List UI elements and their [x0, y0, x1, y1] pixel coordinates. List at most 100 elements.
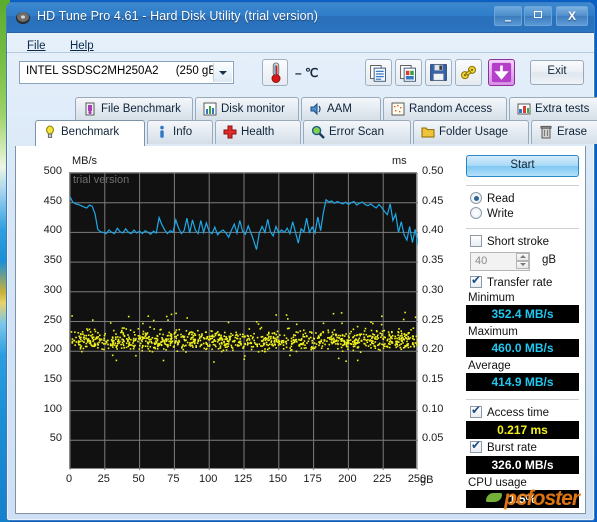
minimize-button[interactable]: –	[494, 6, 522, 27]
magnifier-icon	[311, 125, 325, 139]
y2-axis-tick-label: 0.45	[422, 194, 444, 207]
checkbox-short-stroke[interactable]: Short stroke	[470, 235, 579, 248]
menu-bar: File Help	[7, 33, 594, 53]
maximize-button[interactable]	[524, 6, 552, 26]
y-axis-tick-label: 350	[43, 254, 62, 267]
checkbox-burst-rate[interactable]: Burst rate	[470, 438, 579, 454]
window-title: HD Tune Pro 4.61 - Hard Disk Utility (tr…	[37, 9, 318, 23]
info-icon	[155, 125, 169, 139]
tab-label: Info	[173, 126, 193, 138]
maximize-glyph	[534, 11, 542, 18]
y2-axis-tick-label: 0.35	[422, 254, 444, 267]
tab-label: Health	[241, 126, 275, 138]
radio-read[interactable]: Read	[470, 192, 579, 205]
pcfoster-watermark: pcfoster	[459, 487, 580, 513]
tab-row-bottom: Benchmark Info Health Error Scan Folder …	[15, 120, 597, 146]
short-stroke-label: Short stroke	[487, 236, 549, 248]
y2-axis-tick-label: 0.10	[422, 402, 444, 415]
tab-file-benchmark[interactable]: File Benchmark	[75, 97, 193, 121]
radio-write-label: Write	[487, 208, 514, 220]
x-axis-tick-label: 225	[373, 473, 392, 485]
file-benchmark-icon	[83, 102, 97, 116]
y2-axis-tick-label: 0.15	[422, 372, 444, 385]
copy-image-icon[interactable]	[395, 59, 422, 86]
close-glyph: X	[567, 9, 576, 23]
pcfoster-text: pcfoster	[504, 487, 580, 510]
tab-label: Random Access	[409, 103, 493, 115]
y-axis-tick-label: 250	[43, 313, 62, 326]
thermometer-icon[interactable]	[262, 59, 288, 86]
radio-read-label: Read	[487, 193, 515, 205]
tab-label: AAM	[327, 103, 352, 115]
y2-axis-tick-label: 0.30	[422, 283, 444, 296]
transfer-rate-label: Transfer rate	[487, 277, 553, 289]
maximum-label: Maximum	[468, 326, 518, 338]
radio-write-icon	[470, 207, 482, 219]
y-axis-tick-label: 200	[43, 343, 62, 356]
menu-item-help[interactable]: Help	[60, 39, 104, 54]
drive-name-label: INTEL SSDSC2MH250A2	[26, 65, 159, 77]
tab-aam[interactable]: AAM	[301, 97, 381, 121]
benchmark-panel: MB/s ms gB trial version 50 100 150 200 250 3…	[15, 146, 586, 514]
start-button[interactable]: Start	[466, 155, 579, 177]
trash-icon	[539, 125, 553, 139]
x-axis-tick-label: 125	[233, 473, 253, 485]
stepper-up-icon[interactable]	[516, 253, 529, 261]
access-time-checkbox-icon	[470, 403, 482, 418]
y-axis-tick-label: 150	[43, 372, 62, 385]
short-stroke-checkbox-icon	[470, 235, 482, 247]
folder-icon	[421, 125, 435, 139]
application-window: HD Tune Pro 4.61 - Hard Disk Utility (tr…	[6, 2, 597, 521]
x-axis-tick-label: 175	[303, 473, 322, 485]
radio-write[interactable]: Write	[470, 207, 579, 220]
exit-button[interactable]: Exit	[530, 60, 584, 85]
save-icon[interactable]	[425, 59, 452, 86]
tab-extra-tests[interactable]: Extra tests	[509, 97, 597, 121]
tab-disk-monitor[interactable]: Disk monitor	[195, 97, 299, 121]
tools-icon[interactable]	[455, 59, 482, 86]
x-axis-tick-label: 0	[65, 473, 73, 485]
transfer-rate-checkbox-icon	[470, 273, 482, 288]
radio-read-icon	[470, 192, 482, 204]
x-axis-tick-label: 25	[97, 473, 110, 485]
copy-text-icon[interactable]	[365, 59, 392, 86]
toolbar: INTEL SSDSC2MH250A2 (250 gB) – ℃ Exit	[7, 53, 594, 95]
temperature-value: – ℃	[295, 66, 319, 80]
close-button[interactable]: X	[556, 6, 588, 26]
menu-file-label: File	[27, 40, 46, 52]
download-icon[interactable]	[488, 59, 515, 86]
tab-label: Folder Usage	[439, 126, 509, 138]
access-time-label: Access time	[487, 407, 549, 419]
tab-label: Error Scan	[329, 126, 384, 138]
x-axis-tick-label: 50	[132, 473, 145, 485]
checkbox-access-time[interactable]: Access time	[470, 403, 579, 419]
tab-info[interactable]: Info	[147, 120, 213, 144]
drive-select[interactable]: INTEL SSDSC2MH250A2 (250 gB)	[19, 61, 234, 84]
menu-item-file[interactable]: File	[17, 39, 56, 54]
tab-label: Benchmark	[61, 126, 120, 138]
x-axis-tick-label: 100	[199, 473, 218, 485]
tab-error-scan[interactable]: Error Scan	[303, 120, 411, 144]
tab-random-access[interactable]: Random Access	[383, 97, 507, 121]
chart-svg	[70, 173, 418, 470]
chart-plot-area: trial version	[69, 172, 418, 470]
stepper-buttons[interactable]	[516, 253, 529, 270]
tab-benchmark[interactable]: Benchmark	[35, 120, 145, 146]
short-stroke-stepper[interactable]: 40 gB	[470, 252, 579, 272]
divider	[466, 399, 579, 400]
x-axis-tick-label: 75	[167, 473, 180, 485]
tab-label: Extra tests	[535, 103, 590, 115]
checkbox-transfer-rate[interactable]: Transfer rate	[470, 273, 579, 289]
stepper-down-icon[interactable]	[516, 261, 529, 269]
access-time-value: 0.217 ms	[466, 421, 579, 439]
y-axis-tick-label: 100	[43, 402, 62, 415]
chevron-down-icon[interactable]	[213, 63, 232, 82]
minimum-value: 352.4 MB/s	[466, 305, 579, 323]
tab-health[interactable]: Health	[215, 120, 301, 144]
tab-erase[interactable]: Erase	[531, 120, 597, 144]
extra-tests-icon	[517, 102, 531, 116]
y-axis-unit-right: ms	[392, 155, 407, 167]
tab-folder-usage[interactable]: Folder Usage	[413, 120, 529, 144]
exit-label: Exit	[547, 65, 567, 77]
x-axis-tick-label: 200	[338, 473, 357, 485]
